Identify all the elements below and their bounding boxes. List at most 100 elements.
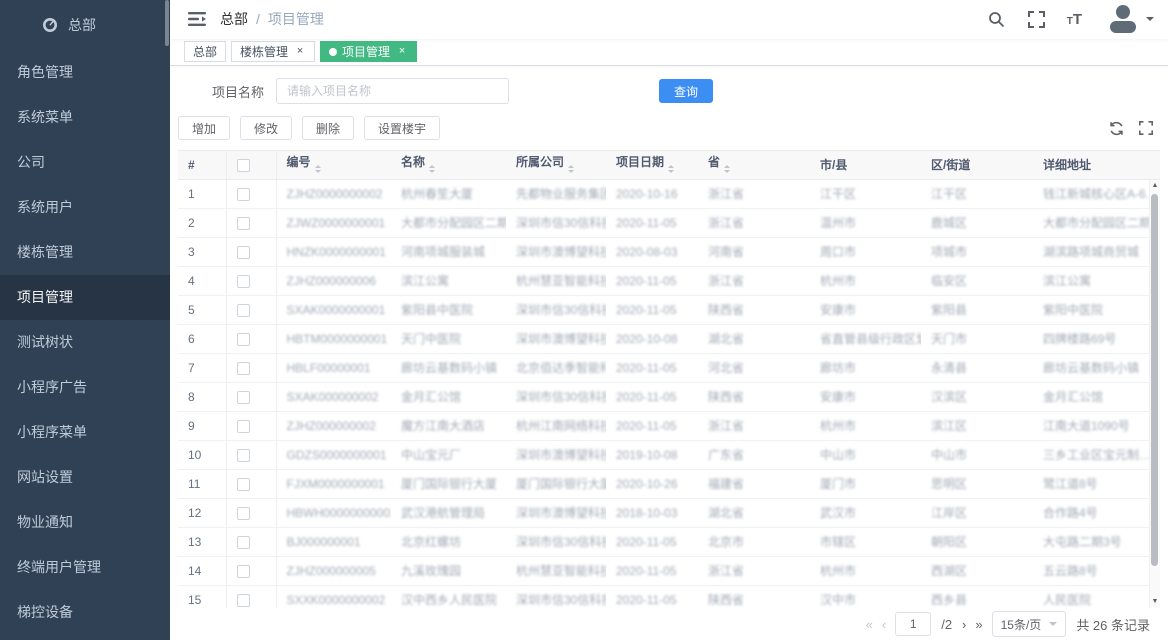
toolbar-button-增加[interactable]: 增加 bbox=[178, 116, 230, 140]
tab-项目管理[interactable]: 项目管理× bbox=[320, 41, 417, 62]
sidebar-item-楼栋管理[interactable]: 楼栋管理 bbox=[0, 230, 170, 275]
cell: 大都市分配园区二期 bbox=[391, 208, 506, 237]
column-header-编号[interactable]: 编号 bbox=[276, 151, 391, 179]
close-icon[interactable]: × bbox=[294, 46, 306, 58]
column-header-省[interactable]: 省 bbox=[698, 151, 810, 179]
column-header-checkbox[interactable] bbox=[226, 151, 276, 179]
sort-icon[interactable] bbox=[568, 162, 574, 176]
cell-text: 2020-11-05 bbox=[616, 361, 677, 375]
scroll-up-icon[interactable]: ▲ bbox=[1152, 180, 1159, 192]
cell-text: 大屯路二期3号 bbox=[1043, 535, 1122, 549]
fullscreen-icon[interactable] bbox=[1027, 9, 1047, 29]
search-icon[interactable] bbox=[987, 9, 1007, 29]
toolbar-button-删除[interactable]: 删除 bbox=[302, 116, 354, 140]
scrollbar-thumb[interactable] bbox=[1151, 194, 1158, 566]
column-header-名称[interactable]: 名称 bbox=[391, 151, 506, 179]
row-checkbox[interactable] bbox=[237, 304, 250, 317]
sidebar-item-系统用户[interactable]: 系统用户 bbox=[0, 185, 170, 230]
cell-text: 浙江省 bbox=[708, 564, 744, 578]
user-menu[interactable] bbox=[1106, 4, 1154, 34]
page-number-input[interactable] bbox=[895, 612, 931, 636]
sidebar-scrollbar[interactable] bbox=[165, 0, 169, 46]
scroll-down-icon[interactable]: ▼ bbox=[1152, 596, 1159, 608]
sort-icon[interactable] bbox=[429, 162, 435, 176]
cell: 厦门国际银行大厦 bbox=[506, 469, 606, 498]
sidebar-item-公司[interactable]: 公司 bbox=[0, 140, 170, 185]
tab-总部[interactable]: 总部 bbox=[184, 41, 226, 62]
table-body: 1ZJHZ0000000002杭州春笙大厦先都物业服务集团…2020-10-16… bbox=[178, 179, 1160, 608]
prev-page-button[interactable]: ‹ bbox=[882, 617, 885, 632]
row-checkbox-cell bbox=[226, 411, 276, 440]
sort-icon[interactable] bbox=[668, 162, 674, 176]
close-icon[interactable]: × bbox=[396, 46, 408, 58]
row-checkbox[interactable] bbox=[237, 565, 250, 578]
row-checkbox[interactable] bbox=[237, 333, 250, 346]
row-checkbox[interactable] bbox=[237, 594, 250, 607]
sidebar-item-网站设置[interactable]: 网站设置 bbox=[0, 455, 170, 500]
first-page-button[interactable]: « bbox=[866, 617, 872, 632]
project-name-input[interactable] bbox=[276, 78, 509, 104]
row-checkbox[interactable] bbox=[237, 449, 250, 462]
cell: 周口市 bbox=[810, 237, 921, 266]
row-checkbox[interactable] bbox=[237, 275, 250, 288]
cell: HBWH00000000001 bbox=[276, 498, 391, 527]
row-checkbox[interactable] bbox=[237, 246, 250, 259]
sidebar-item-小程序菜单[interactable]: 小程序菜单 bbox=[0, 410, 170, 455]
sidebar-item-系统菜单[interactable]: 系统菜单 bbox=[0, 95, 170, 140]
refresh-icon[interactable] bbox=[1108, 120, 1124, 136]
cell-text: 五云路8号 bbox=[1043, 564, 1098, 578]
sidebar-item-测试树状[interactable]: 测试树状 bbox=[0, 320, 170, 365]
row-checkbox[interactable] bbox=[237, 507, 250, 520]
cell-text: 2020-11-05 bbox=[616, 303, 677, 317]
sidebar-item-终端用户管理[interactable]: 终端用户管理 bbox=[0, 545, 170, 590]
row-checkbox[interactable] bbox=[237, 362, 250, 375]
toolbar-button-修改[interactable]: 修改 bbox=[240, 116, 292, 140]
cell: 2020-11-05 bbox=[606, 585, 698, 608]
row-checkbox[interactable] bbox=[237, 420, 250, 433]
sidebar-item-root[interactable]: 总部 bbox=[0, 0, 170, 50]
row-checkbox[interactable] bbox=[237, 391, 250, 404]
sidebar-item-项目管理[interactable]: 项目管理 bbox=[0, 275, 170, 320]
cell-text: 滨江公寓 bbox=[401, 274, 449, 288]
last-page-button[interactable]: » bbox=[975, 617, 981, 632]
sort-icon[interactable] bbox=[724, 162, 730, 176]
cell-text: 汉中西乡人民医院 bbox=[401, 593, 497, 607]
sidebar-item-角色管理[interactable]: 角色管理 bbox=[0, 50, 170, 95]
cell: 深圳市澳博望科技… bbox=[506, 237, 606, 266]
table-fullscreen-icon[interactable] bbox=[1138, 120, 1154, 136]
row-checkbox[interactable] bbox=[237, 536, 250, 549]
sidebar-item-物业通知[interactable]: 物业通知 bbox=[0, 500, 170, 545]
cell: 浙江省 bbox=[698, 208, 810, 237]
select-all-checkbox[interactable] bbox=[237, 159, 250, 172]
tab-楼栋管理[interactable]: 楼栋管理× bbox=[231, 41, 315, 62]
row-index: 5 bbox=[178, 295, 226, 324]
cell-text: 深圳市信30信科技… bbox=[516, 593, 606, 607]
cell-text: 陕西省 bbox=[708, 593, 744, 607]
query-button[interactable]: 查询 bbox=[659, 79, 713, 103]
cell: 2019-10-08 bbox=[606, 440, 698, 469]
sidebar-item-小程序广告[interactable]: 小程序广告 bbox=[0, 365, 170, 410]
column-header-项目日期[interactable]: 项目日期 bbox=[606, 151, 698, 179]
toolbar-button-设置楼宇[interactable]: 设置楼宇 bbox=[364, 116, 440, 140]
cell-text: ZJHZ0000000002 bbox=[287, 187, 383, 201]
cell-text: 2020-11-05 bbox=[616, 535, 677, 549]
hamburger-icon[interactable] bbox=[188, 9, 208, 29]
next-page-button[interactable]: › bbox=[962, 617, 965, 632]
row-checkbox[interactable] bbox=[237, 217, 250, 230]
cell-text: 杭州春笙大厦 bbox=[401, 187, 473, 201]
cell: 天门市 bbox=[921, 324, 1033, 353]
tags-bar: 总部楼栋管理×项目管理× bbox=[170, 39, 1168, 66]
column-header-所属公司[interactable]: 所属公司 bbox=[506, 151, 606, 179]
font-size-icon[interactable]: TT bbox=[1067, 11, 1082, 28]
breadcrumb-root[interactable]: 总部 bbox=[220, 9, 248, 29]
cell-text: GDZS0000000001 bbox=[287, 448, 387, 462]
sidebar-item-梯控设备[interactable]: 梯控设备 bbox=[0, 590, 170, 635]
sort-icon[interactable] bbox=[315, 162, 321, 176]
cell: 2020-11-05 bbox=[606, 266, 698, 295]
page-size-select[interactable]: 15条/页 bbox=[992, 611, 1067, 637]
row-index: 11 bbox=[178, 469, 226, 498]
row-checkbox[interactable] bbox=[237, 188, 250, 201]
row-checkbox[interactable] bbox=[237, 478, 250, 491]
table-scrollbar[interactable]: ▲ ▼ bbox=[1149, 180, 1160, 608]
cell: 深圳市澳博望科技… bbox=[506, 324, 606, 353]
